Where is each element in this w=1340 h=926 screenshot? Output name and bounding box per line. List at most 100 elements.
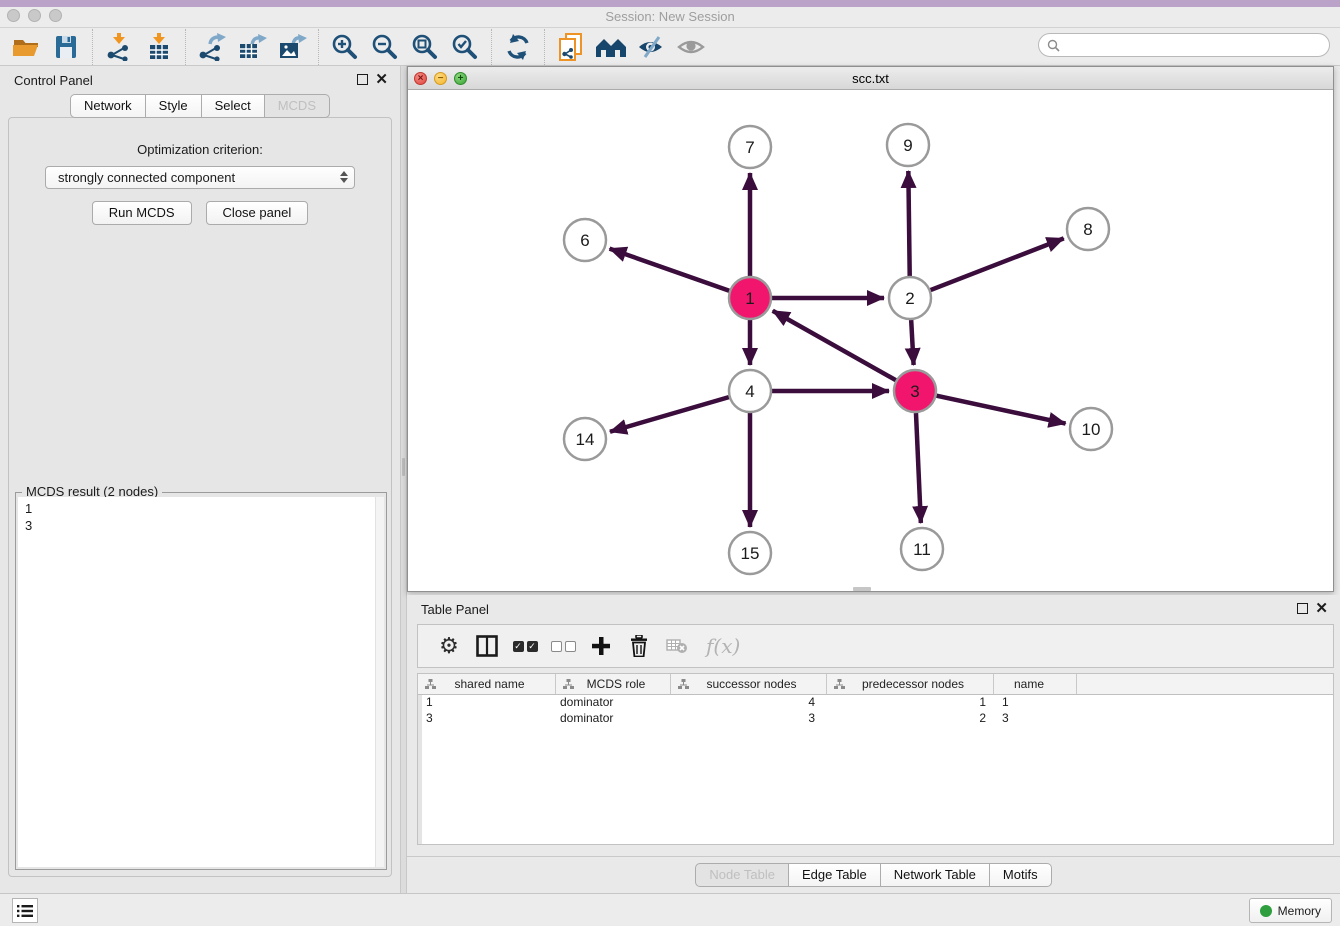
attribute-type-icon: [834, 679, 845, 690]
float-table-panel-button[interactable]: [1297, 603, 1308, 614]
graph-edge-1-6[interactable]: [610, 249, 730, 291]
cell-predecessor-nodes[interactable]: 1: [827, 695, 994, 711]
graph-edge-3-1[interactable]: [773, 311, 896, 380]
criterion-value: strongly connected component: [58, 170, 235, 185]
cell-successor-nodes[interactable]: 4: [671, 695, 827, 711]
columns-icon: [476, 635, 498, 657]
table-toolbar: ⚙ ✓✓: [417, 624, 1334, 668]
run-mcds-button[interactable]: Run MCDS: [92, 201, 192, 225]
cell-shared-name[interactable]: 3: [418, 711, 556, 727]
graph-edge-4-14[interactable]: [610, 397, 729, 432]
cell-name[interactable]: 1: [994, 695, 1077, 711]
table-panel-tabs: Node Table Edge Table Network Table Moti…: [407, 863, 1340, 887]
tab-edge-table[interactable]: Edge Table: [789, 863, 881, 887]
save-floppy-icon: [53, 34, 79, 60]
zoom-in-button[interactable]: [328, 31, 362, 63]
show-hide-panels-button[interactable]: [634, 31, 668, 63]
first-neighbors-button[interactable]: [594, 31, 628, 63]
select-all-button[interactable]: ✓✓: [506, 628, 544, 664]
zoom-selected-button[interactable]: [448, 31, 482, 63]
export-network-icon: [197, 33, 227, 61]
export-network-button[interactable]: [195, 31, 229, 63]
search-input[interactable]: [1065, 38, 1329, 52]
node-table: shared name MCDS role successor nodes pr…: [417, 673, 1334, 845]
close-panel-button-mcds[interactable]: Close panel: [206, 201, 309, 225]
window-titlebar: Session: New Session: [0, 0, 1340, 28]
network-window-titlebar[interactable]: × − + scc.txt: [408, 67, 1333, 90]
network-canvas[interactable]: 7968124314101511: [408, 90, 1333, 591]
graph-node-label-11: 11: [913, 540, 931, 559]
export-table-button[interactable]: [235, 31, 269, 63]
delete-table-button[interactable]: [658, 628, 696, 664]
tab-select[interactable]: Select: [202, 94, 265, 118]
function-builder-button[interactable]: f(x): [706, 634, 740, 658]
import-table-icon: [145, 33, 173, 61]
optimization-criterion-label: Optimization criterion:: [9, 142, 391, 157]
cell-name[interactable]: 3: [994, 711, 1077, 727]
tab-mcds[interactable]: MCDS: [265, 94, 330, 118]
status-bar: Memory: [0, 893, 1340, 926]
column-header-predecessor-nodes[interactable]: predecessor nodes: [827, 674, 994, 694]
cell-mcds-role[interactable]: dominator: [556, 695, 671, 711]
graph-node-label-6: 6: [580, 231, 589, 250]
close-table-panel-button[interactable]: ✕: [1315, 599, 1328, 617]
graph-edge-2-8[interactable]: [931, 238, 1064, 290]
delete-row-button[interactable]: [620, 628, 658, 664]
eye-slash-icon: [636, 34, 666, 60]
mcds-result-text[interactable]: 1 3: [18, 497, 384, 867]
cell-shared-name[interactable]: 1: [418, 695, 556, 711]
table-panel-header: Table Panel ✕: [407, 595, 1340, 623]
graph-node-label-1: 1: [745, 289, 754, 308]
graph-edge-3-10[interactable]: [937, 396, 1066, 424]
eye-button[interactable]: [674, 31, 708, 63]
column-header-name[interactable]: name: [994, 674, 1077, 694]
zoom-out-icon: [371, 33, 399, 61]
task-history-button[interactable]: [12, 898, 38, 923]
memory-button[interactable]: Memory: [1249, 898, 1332, 923]
deselect-all-button[interactable]: [544, 628, 582, 664]
tab-style[interactable]: Style: [146, 94, 202, 118]
import-table-button[interactable]: [142, 31, 176, 63]
export-image-button[interactable]: [275, 31, 309, 63]
panel-splitter[interactable]: [400, 66, 407, 893]
cell-predecessor-nodes[interactable]: 2: [827, 711, 994, 727]
table-row[interactable]: 3 dominator 3 2 3: [418, 711, 1333, 727]
table-settings-button[interactable]: ⚙: [430, 628, 468, 664]
graph-edge-3-11[interactable]: [916, 413, 921, 523]
horizontal-splitter-grip[interactable]: [853, 587, 871, 591]
graph-edge-2-3[interactable]: [911, 320, 913, 365]
graph-node-label-10: 10: [1082, 420, 1101, 439]
column-header-shared-name[interactable]: shared name: [418, 674, 556, 694]
main-toolbar: [0, 28, 1340, 66]
column-header-successor-nodes[interactable]: successor nodes: [671, 674, 827, 694]
tab-network[interactable]: Network: [70, 94, 146, 118]
close-panel-button[interactable]: ✕: [375, 70, 388, 88]
graph-node-label-7: 7: [745, 138, 754, 157]
cell-mcds-role[interactable]: dominator: [556, 711, 671, 727]
import-network-button[interactable]: [102, 31, 136, 63]
tab-motifs[interactable]: Motifs: [990, 863, 1052, 887]
memory-status-icon: [1260, 905, 1272, 917]
tab-network-table[interactable]: Network Table: [881, 863, 990, 887]
show-column-button[interactable]: [468, 628, 506, 664]
clone-network-button[interactable]: [554, 31, 588, 63]
column-header-mcds-role[interactable]: MCDS role: [556, 674, 671, 694]
open-file-button[interactable]: [9, 31, 43, 63]
criterion-select[interactable]: strongly connected component: [45, 166, 355, 189]
tab-node-table[interactable]: Node Table: [695, 863, 789, 887]
workspace: × − + scc.txt 7968124314101511: [407, 66, 1340, 893]
zoom-fit-button[interactable]: [408, 31, 442, 63]
toolbar-separator: [185, 29, 186, 65]
refresh-layout-button[interactable]: [501, 31, 535, 63]
table-row[interactable]: 1 dominator 4 1 1: [418, 695, 1333, 711]
graph-edge-2-9[interactable]: [908, 171, 909, 276]
result-scrollbar[interactable]: [375, 497, 384, 867]
zoom-out-button[interactable]: [368, 31, 402, 63]
add-row-button[interactable]: [582, 628, 620, 664]
splitter-grip[interactable]: [402, 458, 405, 476]
save-session-button[interactable]: [49, 31, 83, 63]
search-icon: [1047, 39, 1060, 52]
search-field[interactable]: [1038, 33, 1330, 57]
cell-successor-nodes[interactable]: 3: [671, 711, 827, 727]
float-panel-button[interactable]: [357, 74, 368, 85]
